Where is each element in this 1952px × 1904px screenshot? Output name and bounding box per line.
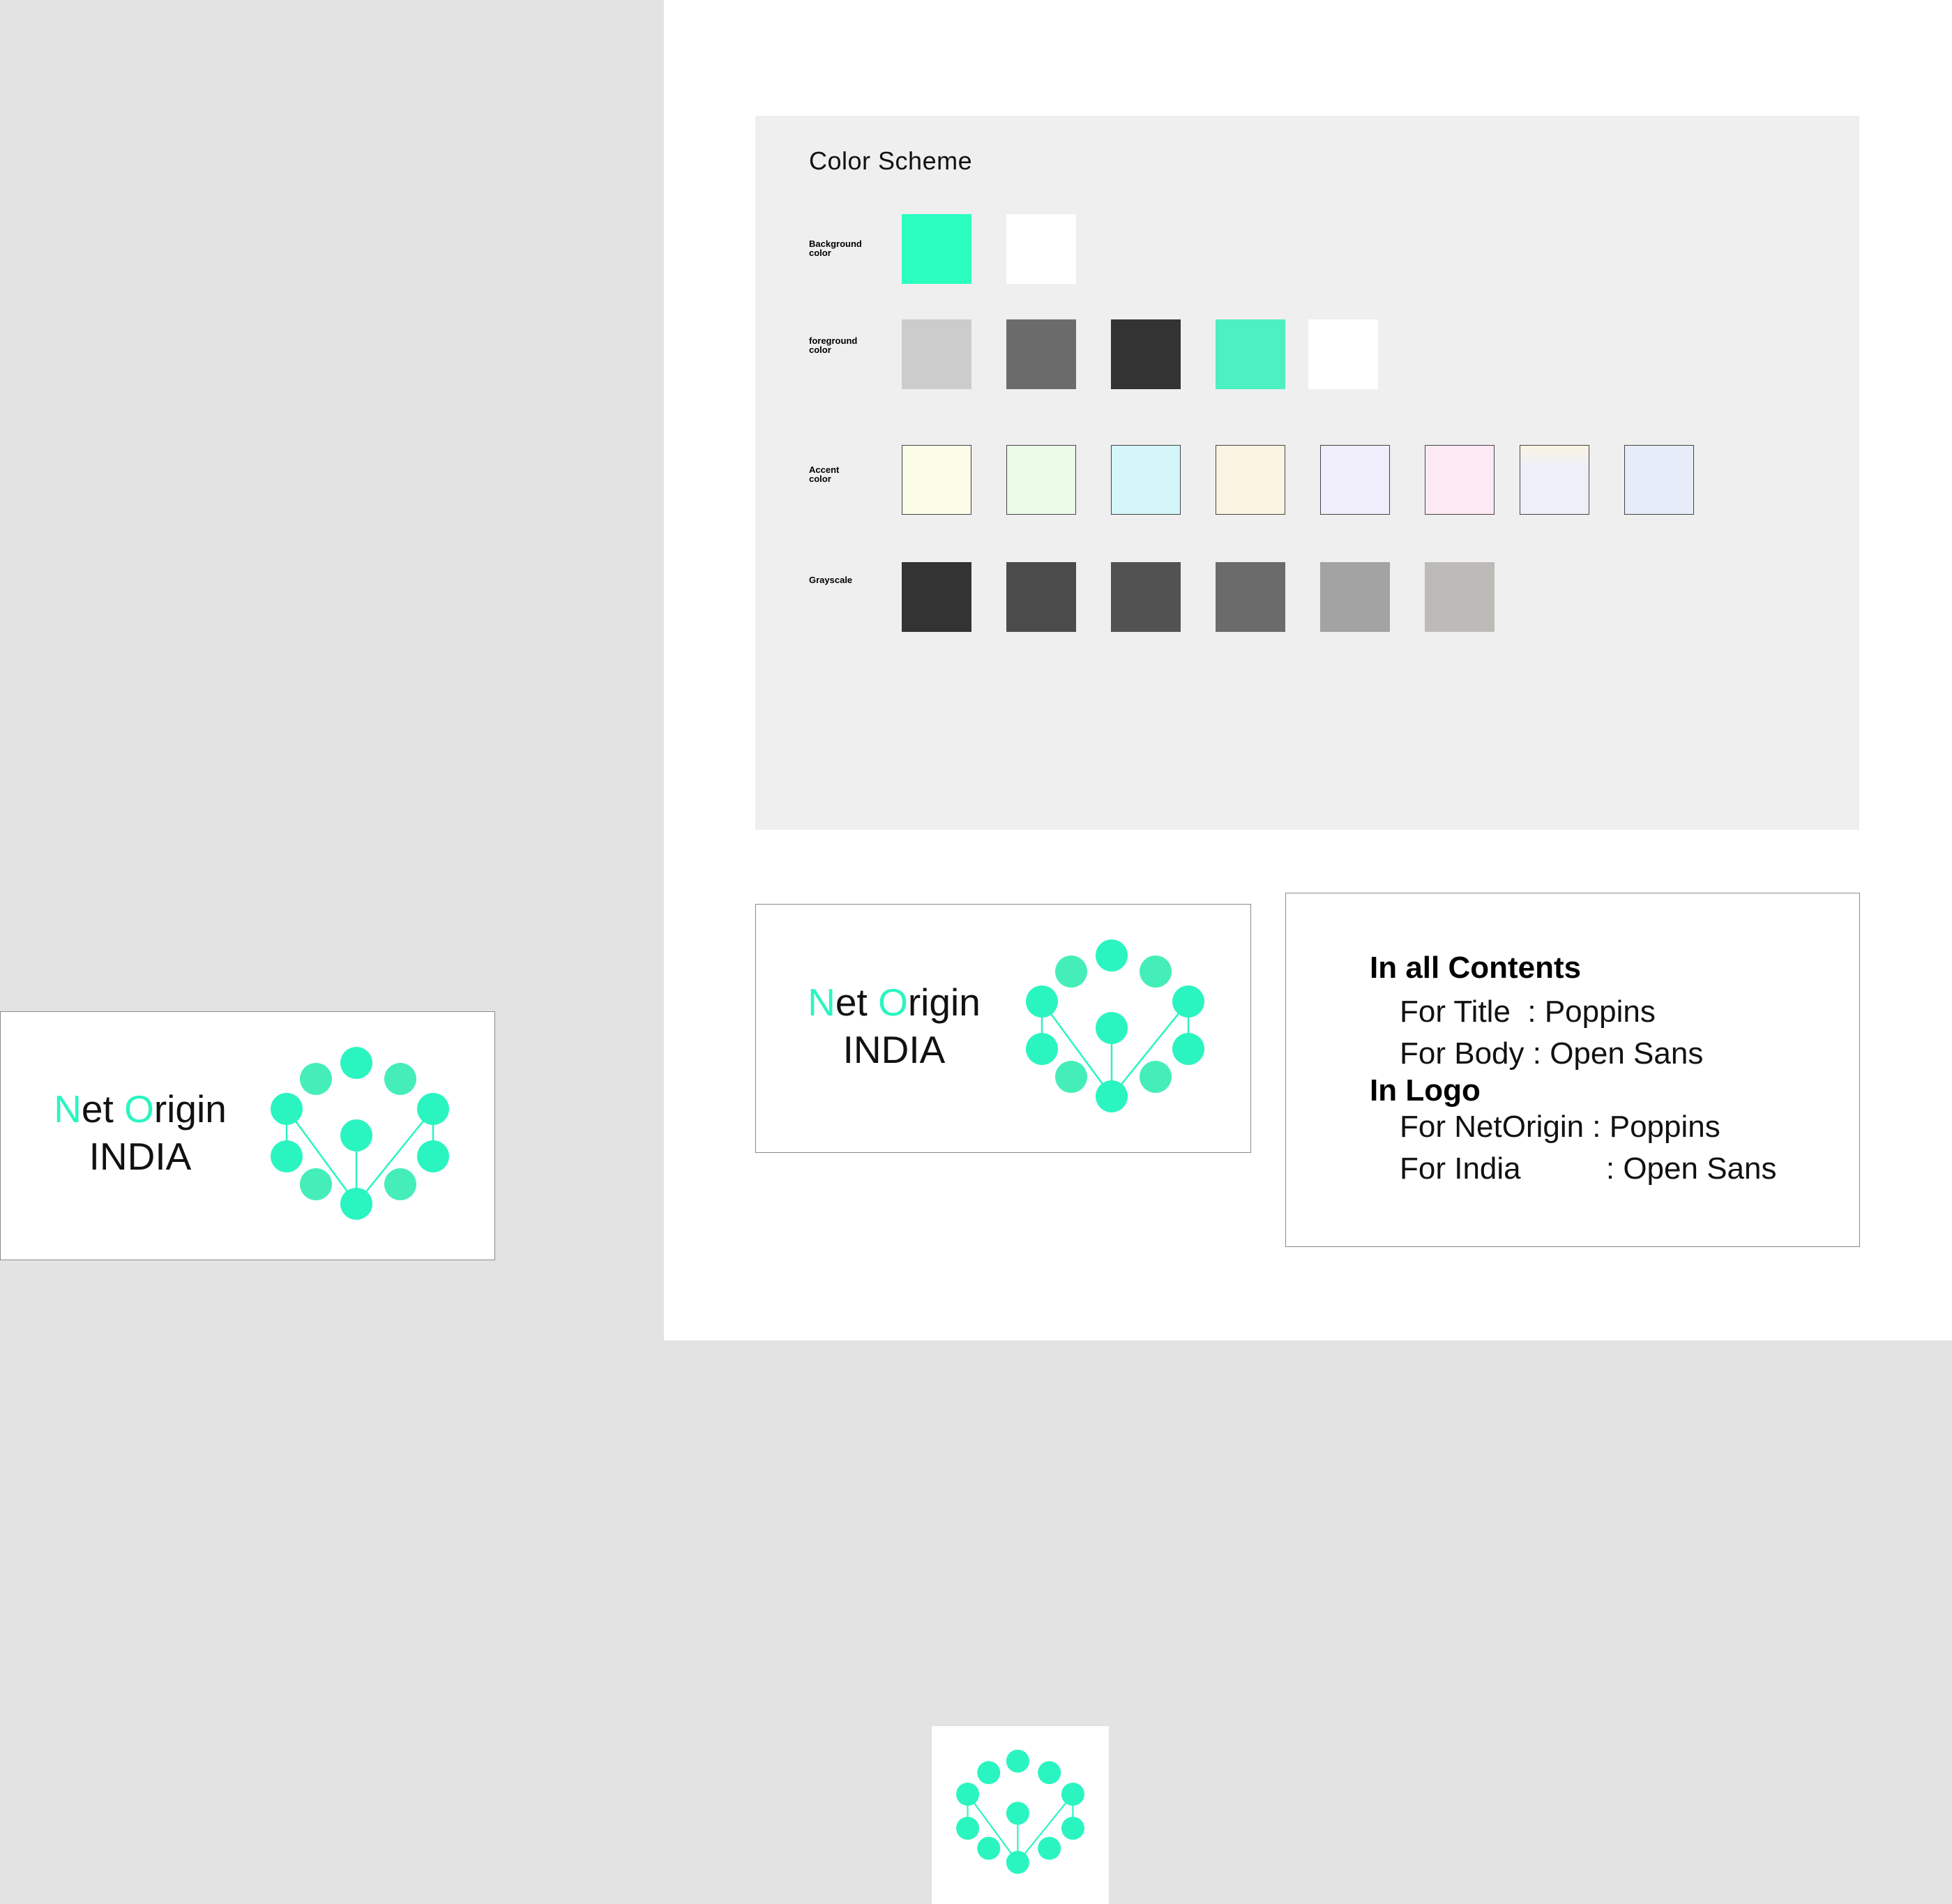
logo-et: et — [81, 1087, 125, 1131]
logo-india: INDIA — [842, 1028, 946, 1071]
foreground-color-label: foreground color — [809, 336, 879, 354]
label-line: color — [809, 345, 831, 355]
accent-swatch-row — [902, 445, 1697, 515]
background-swatch — [1006, 214, 1076, 284]
accent-color-label: Accent color — [809, 465, 879, 483]
logo-wordmark: Net Origin INDIA — [29, 1085, 252, 1180]
logo-n-letter: N — [54, 1087, 82, 1131]
grayscale-swatch — [1006, 562, 1076, 632]
grayscale-swatch-row — [902, 562, 1529, 632]
background-swatch — [902, 214, 971, 284]
accent-swatch — [1320, 445, 1390, 515]
logo-card-board: Net Origin INDIA — [755, 904, 1251, 1153]
grayscale-swatch — [1111, 562, 1181, 632]
logo-heading: In Logo — [1370, 1073, 1481, 1108]
typography-card: In all Contents For Title : Poppins For … — [1285, 893, 1860, 1247]
logo-n-letter: N — [808, 981, 835, 1024]
grayscale-label: Grayscale — [809, 575, 879, 584]
title-font-line: For Title : Poppins — [1400, 995, 1656, 1029]
accent-swatch — [1216, 445, 1285, 515]
accent-swatch — [1624, 445, 1694, 515]
logo-icon-tile — [932, 1726, 1109, 1904]
label-line: color — [809, 474, 831, 484]
accent-swatch — [1425, 445, 1495, 515]
logo-mark-icon — [1026, 939, 1204, 1112]
grayscale-swatch — [1216, 562, 1285, 632]
accent-swatch — [902, 445, 971, 515]
logo-mark-icon — [271, 1047, 449, 1220]
accent-swatch — [1111, 445, 1181, 515]
logo-rigin: rigin — [153, 1087, 227, 1131]
foreground-swatch — [1111, 319, 1181, 389]
grayscale-swatch — [1425, 562, 1495, 632]
body-font-line: For Body : Open Sans — [1400, 1036, 1704, 1071]
logo-india: INDIA — [89, 1135, 192, 1178]
background-swatch-row — [902, 214, 1181, 284]
logo-card-left: Net Origin INDIA — [0, 1011, 495, 1260]
color-scheme-title: Color Scheme — [809, 146, 973, 175]
foreground-swatch — [1216, 319, 1285, 389]
logo-o-letter: O — [124, 1087, 154, 1131]
accent-swatch — [1006, 445, 1076, 515]
logo-o-letter: O — [878, 981, 908, 1024]
foreground-swatch-row — [902, 319, 1390, 389]
foreground-swatch — [1006, 319, 1076, 389]
logo-mark-icon — [956, 1749, 1084, 1874]
logo-rigin: rigin — [907, 981, 981, 1024]
logo-wordmark: Net Origin INDIA — [782, 979, 1006, 1073]
background-color-label: Background color — [809, 239, 879, 257]
label-line: Grayscale — [809, 575, 853, 585]
label-line: color — [809, 248, 831, 258]
netorigin-font-line: For NetOrigin : Poppins — [1400, 1110, 1720, 1144]
contents-heading: In all Contents — [1370, 951, 1582, 985]
foreground-swatch — [1308, 319, 1378, 389]
logo-et: et — [835, 981, 879, 1024]
accent-swatch — [1520, 445, 1589, 515]
grayscale-swatch — [902, 562, 971, 632]
foreground-swatch — [902, 319, 971, 389]
india-font-line: For India : Open Sans — [1400, 1151, 1777, 1186]
grayscale-swatch — [1320, 562, 1390, 632]
